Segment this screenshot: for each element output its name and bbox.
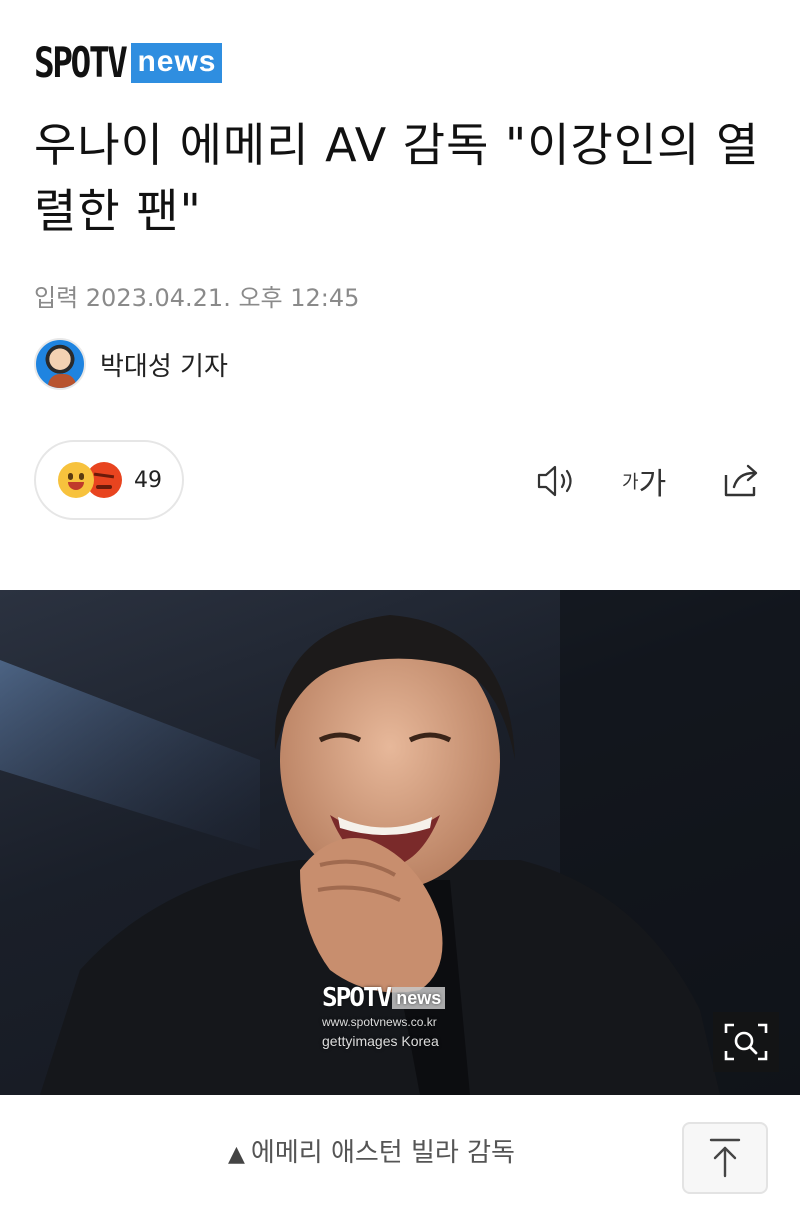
arrow-up-icon [709, 1138, 741, 1178]
watermark-spotv: SPOTV [322, 983, 392, 1013]
photo-caption: ▲ 에메리 애스턴 빌라 감독 [228, 1132, 515, 1169]
author-name: 박대성 기자 [100, 351, 228, 382]
font-size-small-label: 가 [622, 472, 639, 493]
article-page: SPOTV news 우나이 에메리 AV 감독 "이강인의 열렬한 팬" 입력… [0, 0, 800, 1216]
scroll-top-button[interactable] [682, 1122, 768, 1194]
watermark-news: news [392, 987, 446, 1009]
reaction-button[interactable]: 49 [34, 440, 184, 520]
zoom-icon [724, 1023, 768, 1061]
audio-button[interactable] [535, 460, 579, 502]
font-size-big-label: 가 [638, 467, 667, 502]
logo-spotv-text: SPOTV [34, 38, 128, 87]
watermark-url: www.spotvnews.co.kr [322, 1015, 437, 1029]
publish-date: 입력 2023.04.21. 오후 12:45 [34, 284, 360, 312]
speaker-icon [537, 465, 572, 497]
site-logo[interactable]: SPOTV news [34, 38, 223, 87]
author-avatar [34, 338, 86, 390]
smile-emoji-icon [58, 462, 94, 498]
caption-text: 에메리 애스턴 빌라 감독 [250, 1138, 515, 1168]
share-button[interactable] [718, 460, 764, 502]
logo-news-badge: news [131, 43, 223, 83]
caption-marker: ▲ [228, 1142, 245, 1167]
photo-zoom-button[interactable] [713, 1012, 779, 1072]
share-icon [724, 464, 758, 497]
watermark-logo: SPOTV news [322, 983, 502, 1013]
article-title: 우나이 에메리 AV 감독 "이강인의 열렬한 팬" [34, 118, 760, 238]
photo-watermark: SPOTV news www.spotvnews.co.kr gettyimag… [322, 983, 502, 1049]
reaction-count: 49 [134, 467, 162, 493]
watermark-getty: gettyimages Korea [322, 1033, 439, 1049]
font-size-button[interactable]: 가 가 [622, 460, 666, 502]
author-byline[interactable]: 박대성 기자 [34, 338, 228, 390]
